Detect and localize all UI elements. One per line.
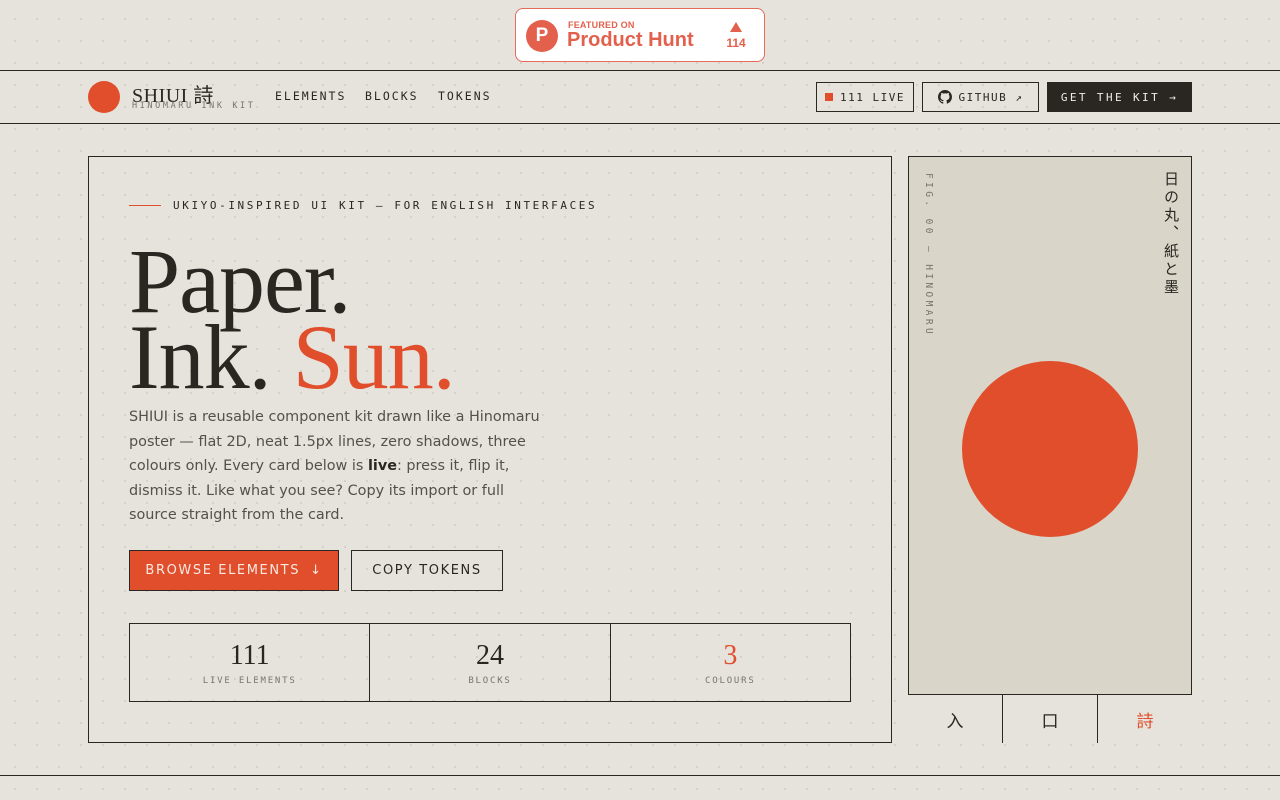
- ph-name: Product Hunt: [567, 29, 694, 51]
- desc-live-emphasis: live: [367, 458, 397, 475]
- product-hunt-logo-icon: P: [526, 20, 558, 52]
- stat-label: BLOCKS: [468, 676, 512, 686]
- product-hunt-badge[interactable]: P FEATURED ON Product Hunt 114: [515, 8, 765, 62]
- hero-description: SHIUI is a reusable component kit drawn …: [129, 405, 549, 528]
- nav-elements[interactable]: ELEMENTS: [275, 89, 346, 103]
- nav-blocks[interactable]: BLOCKS: [365, 89, 419, 103]
- copy-tokens-button[interactable]: COPY TOKENS: [351, 550, 503, 591]
- upvote-arrow-icon: [730, 22, 742, 32]
- figure-caption: FIG. 00 — HINOMARU: [923, 173, 934, 338]
- headline-sun: Sun.: [292, 306, 456, 408]
- hero-eyebrow: UKIYO-INSPIRED UI KIT — FOR ENGLISH INTE…: [173, 199, 598, 212]
- brand-logo-sun-icon[interactable]: [88, 81, 120, 113]
- live-count-label: 111 LIVE: [840, 90, 905, 104]
- github-button[interactable]: GITHUB ↗: [922, 82, 1039, 112]
- poster-tabs: 入 口 詩: [908, 694, 1192, 743]
- poster-tab-enter[interactable]: 入: [908, 695, 1003, 743]
- nav-tokens[interactable]: TOKENS: [438, 89, 492, 103]
- stat-value: 3: [723, 640, 738, 671]
- brand-subtitle: HINOMARU INK KIT: [132, 101, 256, 111]
- hero-card: UKIYO-INSPIRED UI KIT — FOR ENGLISH INTE…: [88, 156, 892, 743]
- github-label: GITHUB ↗: [958, 90, 1024, 104]
- get-the-kit-label: GET THE KIT →: [1060, 90, 1179, 104]
- stat-blocks: 24 BLOCKS: [370, 624, 611, 701]
- poster-tab-poem[interactable]: 詩: [1098, 695, 1192, 743]
- browse-elements-button[interactable]: BROWSE ELEMENTS ↓: [129, 550, 339, 591]
- site-header: SHIUI 詩 HINOMARU INK KIT ELEMENTS BLOCKS…: [0, 70, 1280, 124]
- copy-tokens-label: COPY TOKENS: [372, 563, 482, 578]
- stat-label: COLOURS: [705, 676, 756, 686]
- arrow-down-icon: ↓: [310, 563, 323, 578]
- headline-line-2: Ink. Sun.: [129, 311, 456, 403]
- poster-tab-mouth[interactable]: 口: [1003, 695, 1098, 743]
- poster-japanese-text: 日の丸、紙と墨: [1162, 171, 1178, 297]
- stat-value: 111: [229, 640, 270, 671]
- github-icon: [937, 90, 952, 104]
- get-the-kit-button[interactable]: GET THE KIT →: [1047, 82, 1192, 112]
- stat-colours: 3 COLOURS: [611, 624, 850, 701]
- eyebrow-rule: [129, 205, 161, 206]
- hinomaru-poster: FIG. 00 — HINOMARU 日の丸、紙と墨 入 口 詩: [908, 156, 1192, 743]
- hinomaru-sun: [962, 361, 1138, 537]
- headline-ink: Ink.: [129, 306, 272, 408]
- stat-label: LIVE ELEMENTS: [202, 676, 297, 686]
- browse-elements-label: BROWSE ELEMENTS: [145, 563, 301, 578]
- stats-strip: 111 LIVE ELEMENTS 24 BLOCKS 3 COLOURS: [129, 623, 851, 702]
- upvote-count: 114: [726, 36, 746, 50]
- bottom-divider: [0, 775, 1280, 776]
- stat-live-elements: 111 LIVE ELEMENTS: [130, 624, 371, 701]
- live-count-button[interactable]: 111 LIVE: [816, 82, 914, 112]
- stat-value: 24: [475, 640, 504, 671]
- live-indicator-icon: [825, 93, 833, 101]
